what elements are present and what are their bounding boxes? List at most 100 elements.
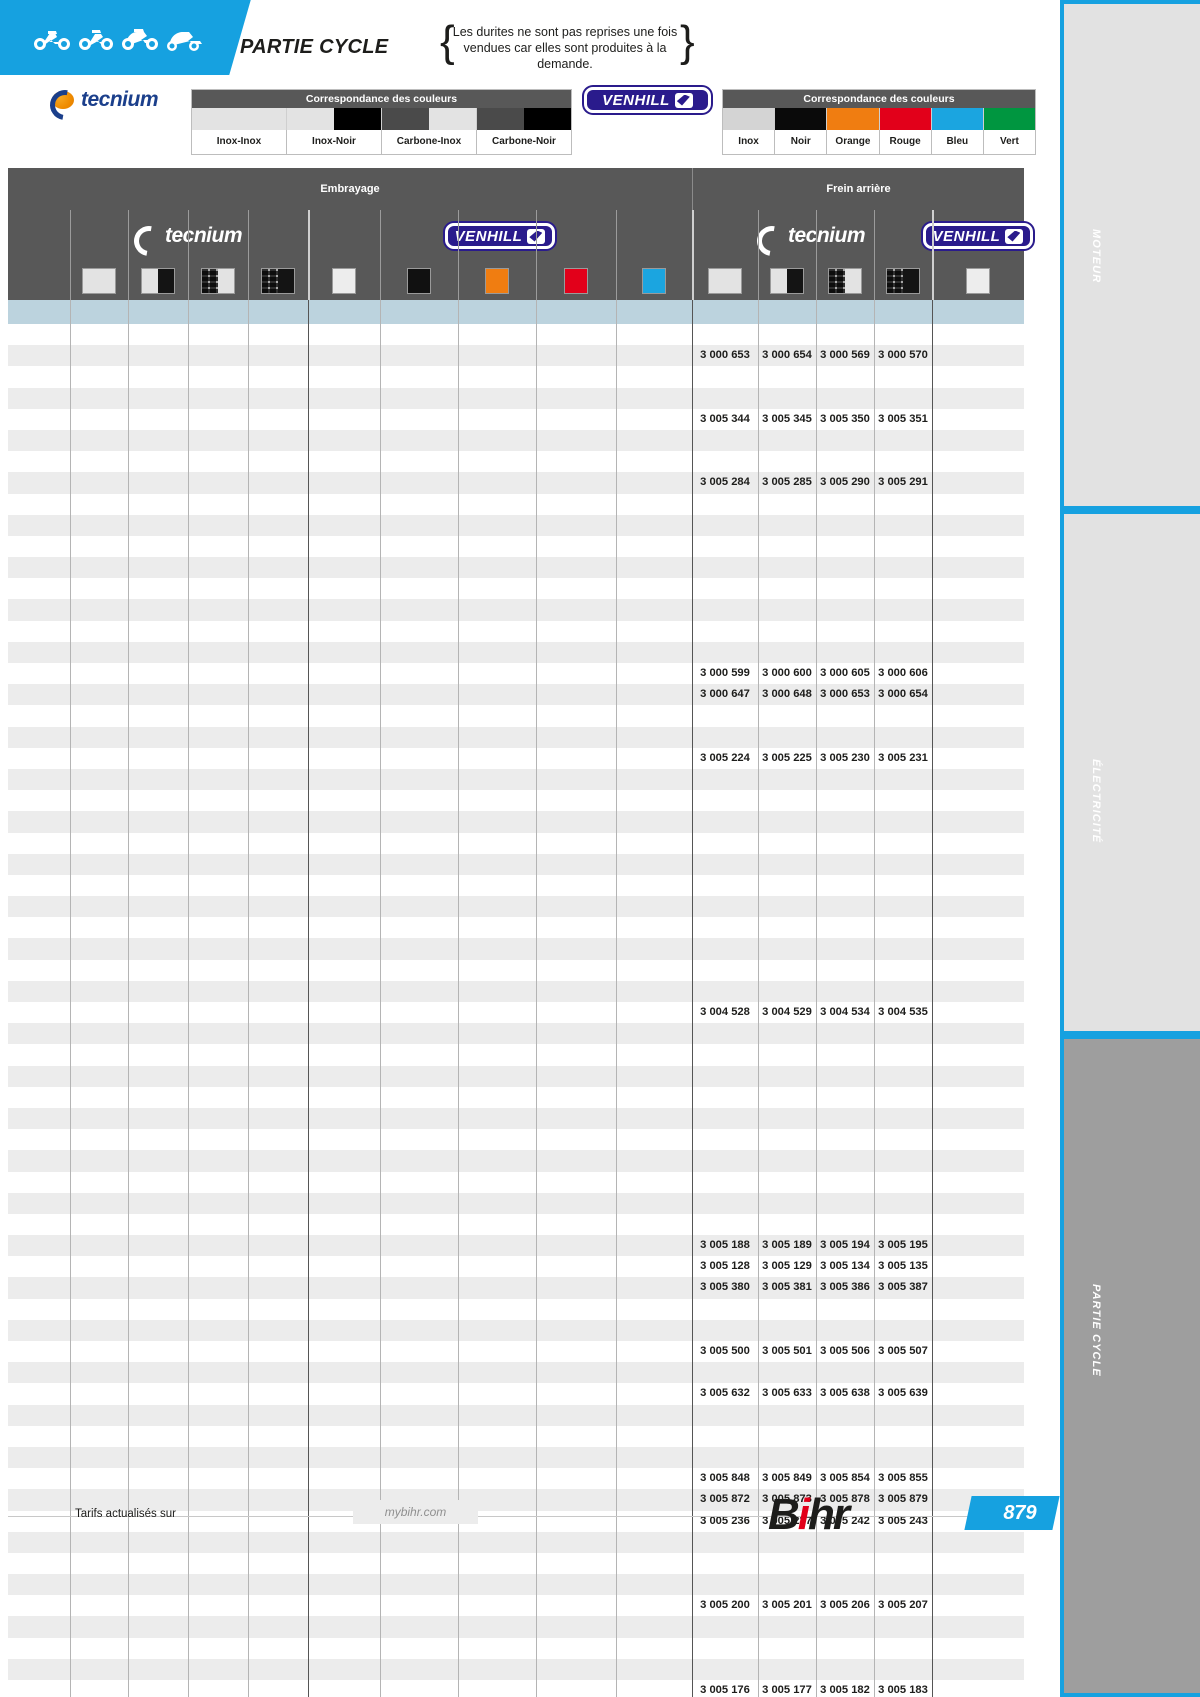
table-row[interactable]: [8, 1638, 1024, 1659]
table-row[interactable]: [8, 960, 1024, 981]
table-row[interactable]: [8, 599, 1024, 621]
sidebar-tab-partie-cycle[interactable]: PARTIE CYCLE: [1060, 1035, 1200, 1697]
table-row[interactable]: [8, 621, 1024, 642]
table-row[interactable]: [8, 536, 1024, 557]
table-row[interactable]: [8, 494, 1024, 515]
table-row[interactable]: [8, 896, 1024, 918]
sidebar-tab-moteur-label: MOTEUR: [1090, 229, 1102, 284]
legend-tecnium-swatch-2: [381, 108, 476, 130]
table-row[interactable]: [8, 1319, 1024, 1341]
table-row[interactable]: 3 005 176 3 005 177 3 005 182 3 005 183: [8, 1680, 1024, 1697]
mybihr-link[interactable]: mybihr.com: [353, 1500, 478, 1524]
table-row[interactable]: [8, 1192, 1024, 1214]
table-row[interactable]: [8, 1426, 1024, 1447]
sidebar-tab-moteur[interactable]: MOTEUR: [1060, 0, 1200, 510]
table-row[interactable]: [8, 1107, 1024, 1130]
table-row[interactable]: 3 005 188 3 005 189 3 005 194 3 005 195: [8, 1235, 1024, 1257]
table-row[interactable]: [8, 1129, 1024, 1150]
table-row[interactable]: [8, 1362, 1024, 1384]
table-row[interactable]: [8, 429, 1024, 452]
table-row[interactable]: [8, 1616, 1024, 1638]
table-row[interactable]: [8, 1531, 1024, 1553]
availability-notice: Les durites ne sont pas reprises une foi…: [452, 25, 678, 71]
header-column-divider: [458, 210, 459, 300]
table-row[interactable]: [8, 705, 1024, 726]
product-code-cell: 3 005 189: [762, 1239, 812, 1252]
table-row[interactable]: [8, 578, 1024, 599]
swatch-half-right: [278, 269, 294, 293]
table-row[interactable]: [8, 1023, 1024, 1045]
column-swatch-inox-noir-1: [141, 268, 175, 294]
table-row[interactable]: [8, 1044, 1024, 1065]
table-row[interactable]: [8, 1658, 1024, 1680]
legend-tecnium-swatches: [192, 108, 571, 130]
table-row[interactable]: [8, 1553, 1024, 1574]
header-column-divider: [758, 210, 759, 300]
table-row[interactable]: 3 000 599 3 000 600 3 000 605 3 000 606: [8, 663, 1024, 684]
product-code-cell: 3 005 224: [700, 751, 750, 764]
table-row[interactable]: 3 000 653 3 000 654 3 000 569 3 000 570: [8, 345, 1024, 367]
table-row[interactable]: [8, 514, 1024, 536]
table-row[interactable]: [8, 324, 1024, 345]
table-row[interactable]: 3 005 344 3 005 345 3 005 350 3 005 351: [8, 409, 1024, 430]
table-row[interactable]: [8, 1299, 1024, 1320]
column-swatch-inox-13: [966, 268, 990, 294]
swatch-half-left: [709, 269, 725, 293]
tecnium-wordmark: tecnium: [787, 224, 866, 247]
table-row[interactable]: [8, 1574, 1024, 1596]
product-code-cell: 3 005 176: [700, 1684, 750, 1696]
table-row[interactable]: [8, 938, 1024, 960]
legend-tecnium-swatch-1: [286, 108, 381, 130]
product-code-cell: 3 004 535: [878, 1006, 928, 1018]
table-row[interactable]: [8, 1404, 1024, 1426]
table-row[interactable]: [8, 1214, 1024, 1235]
table-row[interactable]: 3 005 380 3 005 381 3 005 386 3 005 387: [8, 1277, 1024, 1299]
table-row[interactable]: [8, 726, 1024, 748]
body-column-divider: [380, 324, 381, 1697]
sidebar-tab-electricite[interactable]: ÉLECTRICITÉ: [1060, 510, 1200, 1035]
table-row[interactable]: [8, 451, 1024, 472]
product-code-cell: 3 005 128: [700, 1260, 750, 1273]
table-row[interactable]: [8, 1446, 1024, 1469]
table-row[interactable]: 3 004 528 3 004 529 3 004 534 3 004 535: [8, 1002, 1024, 1023]
table-row[interactable]: [8, 980, 1024, 1002]
table-brand-tecnium-1: tecnium: [70, 210, 308, 262]
table-row[interactable]: [8, 833, 1024, 854]
table-row[interactable]: [8, 768, 1024, 791]
table-row[interactable]: 3 005 632 3 005 633 3 005 638 3 005 639: [8, 1383, 1024, 1404]
table-row[interactable]: [8, 366, 1024, 387]
legend-tecnium-label-1: Inox-Noir: [286, 130, 381, 154]
tecnium-wordmark: tecnium: [81, 88, 159, 111]
table-row[interactable]: [8, 790, 1024, 811]
product-code-cell: 3 005 135: [878, 1260, 928, 1273]
table-row[interactable]: 3 005 284 3 005 285 3 005 290 3 005 291: [8, 472, 1024, 494]
body-column-divider: [248, 324, 249, 1697]
table-row[interactable]: 3 005 500 3 005 501 3 005 506 3 005 507: [8, 1341, 1024, 1362]
header-column-divider: [380, 210, 381, 300]
sidebar-tab-electricite-label: ÉLECTRICITÉ: [1090, 759, 1102, 844]
product-code-cell: 3 005 380: [700, 1281, 750, 1294]
product-code-cell: 3 005 506: [820, 1345, 870, 1357]
header-column-divider: [188, 210, 189, 300]
table-row[interactable]: 3 005 224 3 005 225 3 005 230 3 005 231: [8, 748, 1024, 769]
table-row[interactable]: [8, 1087, 1024, 1108]
table-row[interactable]: [8, 875, 1024, 896]
product-code-cell: 3 005 230: [820, 751, 870, 764]
table-row[interactable]: [8, 917, 1024, 938]
legend-venhill-labels: Inox Noir Orange Rouge Bleu Vert: [723, 130, 1035, 154]
table-row[interactable]: [8, 853, 1024, 875]
table-row[interactable]: [8, 1065, 1024, 1087]
table-row[interactable]: [8, 641, 1024, 663]
table-row[interactable]: 3 005 128 3 005 129 3 005 134 3 005 135: [8, 1256, 1024, 1277]
tecnium-logo: tecnium: [52, 85, 186, 115]
table-swatch-row: [8, 262, 1024, 300]
table-row[interactable]: 3 000 647 3 000 648 3 000 653 3 000 654: [8, 684, 1024, 706]
table-row[interactable]: [8, 557, 1024, 579]
table-row[interactable]: 3 005 200 3 005 201 3 005 206 3 005 207: [8, 1595, 1024, 1616]
table-row[interactable]: [8, 1172, 1024, 1193]
product-code-cell: 3 005 194: [820, 1239, 870, 1252]
table-row[interactable]: [8, 811, 1024, 833]
table-row[interactable]: [8, 1150, 1024, 1172]
table-row[interactable]: [8, 387, 1024, 409]
table-row[interactable]: 3 005 848 3 005 849 3 005 854 3 005 855: [8, 1468, 1024, 1489]
